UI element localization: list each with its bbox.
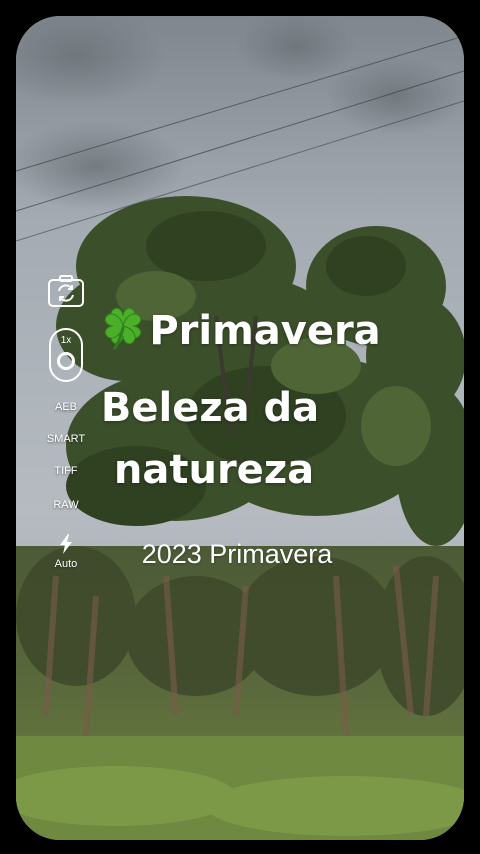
zoom-label: 1x — [60, 335, 72, 346]
four-leaf-clover-icon — [105, 307, 142, 350]
title-line-1: Primavera — [16, 304, 464, 357]
flash-icon[interactable] — [58, 534, 74, 554]
zoom-knob[interactable] — [57, 352, 75, 370]
zoom-slider[interactable]: 1x — [49, 328, 83, 382]
mode-raw[interactable]: RAW — [40, 498, 92, 512]
mode-tiff[interactable]: TIFF — [40, 464, 92, 478]
camera-viewfinder: Primavera Beleza da natureza 2023 Primav… — [16, 16, 464, 840]
flash-mode-label[interactable]: Auto — [40, 557, 92, 571]
mode-aeb[interactable]: AEB — [40, 400, 92, 414]
mode-smart[interactable]: SMART — [40, 432, 92, 446]
camera-switch-icon[interactable] — [47, 274, 85, 308]
title-text-1: Primavera — [149, 308, 381, 354]
